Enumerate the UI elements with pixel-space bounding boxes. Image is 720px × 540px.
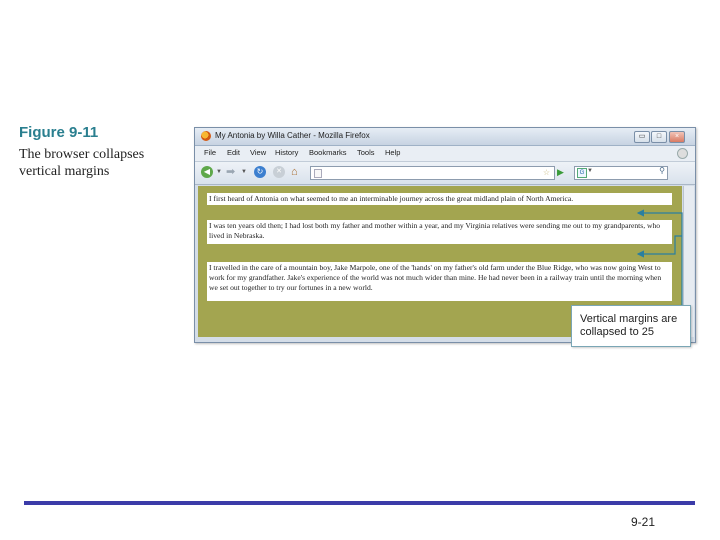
go-arrow-icon[interactable]: ▶ — [557, 166, 569, 178]
back-history-dropdown-icon[interactable]: ▼ — [216, 169, 222, 175]
page-number: 9-21 — [631, 515, 656, 529]
address-bar[interactable]: ☆ — [310, 166, 555, 180]
page-icon — [314, 169, 322, 178]
forward-history-dropdown-icon[interactable]: ▼ — [241, 169, 247, 175]
menu-tools[interactable]: Tools — [357, 148, 375, 157]
figure-title: Figure 9-11 — [19, 124, 99, 141]
home-icon[interactable]: ⌂ — [291, 166, 304, 178]
paragraph-3: I travelled in the care of a mountain bo… — [207, 262, 672, 301]
callout-box: Vertical margins are collapsed to 25 — [571, 305, 691, 347]
menu-file[interactable]: File — [204, 148, 216, 157]
forward-arrow-icon[interactable]: ➡ — [226, 166, 235, 178]
title-bar: My Antonia by Willa Cather - Mozilla Fir… — [195, 128, 695, 146]
menu-bar: File Edit View History Bookmarks Tools H… — [195, 146, 695, 162]
minimize-button[interactable]: ▭ — [634, 131, 650, 143]
search-box[interactable]: G ▼ ⚲ — [574, 166, 668, 180]
figure-caption: The browser collapses vertical margins — [19, 147, 145, 179]
menu-edit[interactable]: Edit — [227, 148, 240, 157]
menu-history[interactable]: History — [275, 148, 298, 157]
bookmark-star-icon[interactable]: ☆ — [543, 167, 550, 178]
search-engine-dropdown-icon[interactable]: ▼ — [587, 168, 593, 174]
menu-bookmarks[interactable]: Bookmarks — [309, 148, 347, 157]
navigation-toolbar: ◀ ▼ ➡ ▼ ↻ ✕ ⌂ ☆ ▶ G ▼ ⚲ — [195, 162, 695, 185]
window-title: My Antonia by Willa Cather - Mozilla Fir… — [215, 131, 370, 140]
close-button[interactable]: × — [669, 131, 685, 143]
paragraph-2: I was ten years old then; I had lost bot… — [207, 220, 672, 244]
magnifier-icon[interactable]: ⚲ — [659, 166, 665, 175]
paragraph-1: I first heard of Antonia on what seemed … — [207, 193, 672, 205]
maximize-button[interactable]: □ — [651, 131, 667, 143]
reload-icon[interactable]: ↻ — [254, 166, 266, 178]
throbber-icon — [677, 148, 688, 159]
menu-view[interactable]: View — [250, 148, 266, 157]
firefox-icon — [201, 131, 211, 141]
menu-help[interactable]: Help — [385, 148, 400, 157]
footer-rule — [24, 501, 695, 505]
stop-icon[interactable]: ✕ — [273, 166, 285, 178]
back-arrow-icon[interactable]: ◀ — [201, 166, 213, 178]
google-icon[interactable]: G — [577, 168, 587, 178]
